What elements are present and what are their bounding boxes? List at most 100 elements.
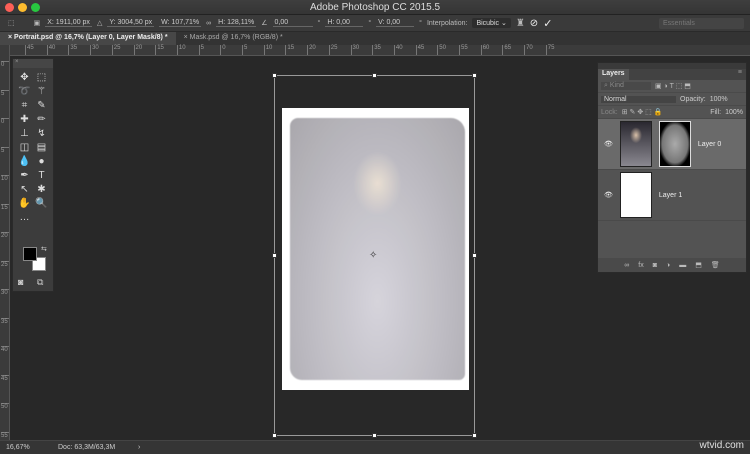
relative-position-icon[interactable]: △ bbox=[97, 19, 102, 27]
warp-icon[interactable]: ♜ bbox=[516, 18, 525, 29]
tab-mask[interactable]: × Mask.psd @ 16,7% (RGB/8) * bbox=[176, 32, 291, 45]
transform-handle[interactable] bbox=[372, 433, 377, 438]
fill-field[interactable]: 100% bbox=[725, 109, 743, 116]
ruler-tick-label: 55 bbox=[459, 45, 468, 55]
interpolation-select[interactable]: Bicubic ⌄ bbox=[472, 18, 511, 28]
filter-kind-select[interactable]: ⌕ Kind bbox=[601, 82, 651, 90]
ruler-tick-label: 50 bbox=[1, 403, 9, 410]
dodge-tool-icon[interactable]: ● bbox=[33, 156, 50, 167]
move-tool-icon[interactable]: ✥ bbox=[16, 72, 33, 83]
height-field[interactable]: H: 128,11% bbox=[216, 19, 257, 27]
add-mask-icon[interactable]: ◙ bbox=[653, 262, 657, 269]
vertical-ruler[interactable]: 0 5 0 5 10 15 20 25 30 35 40 45 50 55 bbox=[0, 45, 10, 440]
eraser-tool-icon[interactable]: ◫ bbox=[16, 142, 33, 153]
transform-handle[interactable] bbox=[272, 73, 277, 78]
v-skew-field[interactable]: V: 0,00 bbox=[376, 19, 415, 27]
marquee-tool-icon[interactable]: ⬚ bbox=[33, 72, 50, 83]
quick-mask-icon[interactable]: ◙ bbox=[18, 277, 23, 287]
zoom-level[interactable]: 16,67% bbox=[6, 444, 58, 451]
layer-style-icon[interactable]: fx bbox=[638, 262, 643, 269]
magic-wand-tool-icon[interactable]: ⚚ bbox=[33, 86, 50, 97]
new-group-icon[interactable]: ▬ bbox=[679, 262, 686, 269]
ruler-tick-label: 10 bbox=[176, 45, 186, 55]
visibility-eye-icon[interactable]: 👁 bbox=[604, 191, 613, 199]
blend-mode-select[interactable]: Normal bbox=[601, 95, 676, 103]
y-field[interactable]: Y: 3004,50 px bbox=[107, 19, 155, 27]
workspace-select[interactable]: Essentials bbox=[659, 18, 744, 29]
link-layers-icon[interactable]: ∞ bbox=[624, 262, 629, 269]
panel-menu-icon[interactable]: ≡ bbox=[738, 69, 742, 76]
new-layer-icon[interactable]: ⬒ bbox=[695, 261, 702, 269]
transform-handle[interactable] bbox=[472, 433, 477, 438]
ruler-tick-label: 60 bbox=[480, 45, 489, 55]
transform-bounding-box[interactable] bbox=[272, 73, 477, 438]
watermark: wtvid.com bbox=[699, 440, 744, 451]
status-menu-arrow-icon[interactable]: › bbox=[138, 444, 140, 451]
brush-tool-icon[interactable]: ✏ bbox=[33, 114, 50, 125]
foreground-color-swatch[interactable] bbox=[23, 247, 37, 261]
commit-transform-icon[interactable]: ✓ bbox=[543, 17, 552, 30]
filter-icons[interactable]: ▣ ◑ T ⬚ ⬒ bbox=[655, 82, 691, 90]
transform-handle[interactable] bbox=[272, 253, 277, 258]
ruler-tick-label: 0 bbox=[220, 45, 226, 55]
adjustment-layer-icon[interactable]: ◑ bbox=[666, 262, 670, 269]
ruler-tick-label: 10 bbox=[263, 45, 272, 55]
tab-portrait[interactable]: × Portrait.psd @ 16,7% (Layer 0, Layer M… bbox=[0, 32, 176, 45]
h-skew-field[interactable]: H: 0,00 bbox=[325, 19, 364, 27]
visibility-eye-icon[interactable]: 👁 bbox=[604, 140, 613, 148]
ruler-tick-label: 10 bbox=[1, 175, 9, 182]
link-icon[interactable]: ∞ bbox=[206, 20, 211, 27]
lock-label: Lock: bbox=[601, 108, 618, 116]
history-brush-tool-icon[interactable]: ↯ bbox=[33, 128, 50, 139]
ruler-tick-label: 35 bbox=[68, 45, 77, 55]
layer-row[interactable]: 👁 Layer 1 bbox=[598, 170, 746, 221]
pen-tool-icon[interactable]: ✒ bbox=[16, 170, 33, 181]
layer-thumbnail bbox=[619, 172, 652, 218]
transform-handle[interactable] bbox=[272, 433, 277, 438]
shape-tool-icon[interactable]: ✱ bbox=[33, 184, 50, 195]
hand-tool-icon[interactable]: ✋ bbox=[16, 198, 33, 209]
interpolation-value: Bicubic bbox=[476, 20, 500, 27]
crop-tool-icon[interactable]: ⌗ bbox=[16, 100, 33, 111]
healing-brush-tool-icon[interactable]: ✚ bbox=[16, 114, 33, 125]
transform-tool-icon[interactable]: ⬚ bbox=[8, 19, 15, 27]
kind-label: Kind bbox=[609, 82, 624, 89]
transform-handle[interactable] bbox=[472, 253, 477, 258]
app-title: Adobe Photoshop CC 2015.5 bbox=[309, 2, 441, 13]
transform-handle[interactable] bbox=[472, 73, 477, 78]
lock-icons[interactable]: ⊞ ✎ ✥ ⬚ 🔒 bbox=[622, 108, 663, 116]
fill-label: Fill: bbox=[710, 108, 722, 116]
layer-mask-thumbnail[interactable] bbox=[658, 121, 691, 167]
horizontal-ruler[interactable]: 45 40 35 30 25 20 15 10 5 0 5 10 15 20 25 30 35 40 45 50 55 6… bbox=[10, 45, 750, 56]
path-selection-tool-icon[interactable]: ↖ bbox=[16, 184, 33, 195]
reference-point-icon[interactable]: ▣ bbox=[34, 19, 41, 27]
layer-row[interactable]: 👁 Layer 0 bbox=[598, 119, 746, 170]
ruler-tick-label: 0 bbox=[1, 61, 9, 68]
ruler-tick-label: 35 bbox=[1, 317, 9, 325]
ruler-tick-label: 25 bbox=[1, 260, 9, 268]
opacity-field[interactable]: 100% bbox=[710, 96, 728, 103]
more-tools-icon[interactable]: … bbox=[16, 212, 33, 223]
screen-mode-icon[interactable]: ⧉ bbox=[37, 277, 43, 288]
degree-label: ° bbox=[419, 19, 422, 27]
width-field[interactable]: W: 107,71% bbox=[159, 19, 202, 27]
delete-layer-icon[interactable]: 🗑 bbox=[711, 261, 720, 269]
x-field[interactable]: X: 1911,00 px bbox=[45, 19, 92, 27]
cancel-transform-icon[interactable]: ⊘ bbox=[530, 18, 538, 29]
lasso-tool-icon[interactable]: ➰ bbox=[16, 86, 33, 97]
blur-tool-icon[interactable]: 💧 bbox=[16, 156, 33, 167]
type-tool-icon[interactable]: T bbox=[33, 170, 50, 181]
layers-tab[interactable]: Layers bbox=[598, 69, 629, 80]
swap-colors-icon[interactable]: ⇆ bbox=[41, 245, 47, 253]
transform-handle[interactable] bbox=[372, 73, 377, 78]
document-tabs: × Portrait.psd @ 16,7% (Layer 0, Layer M… bbox=[0, 32, 750, 45]
angle-field[interactable]: 0,00 bbox=[272, 19, 313, 27]
layer-name: Layer 1 bbox=[658, 191, 683, 199]
gradient-tool-icon[interactable]: ▤ bbox=[33, 142, 50, 153]
interpolation-label: Interpolation: bbox=[426, 19, 468, 27]
zoom-tool-icon[interactable]: 🔍 bbox=[33, 198, 50, 209]
eyedropper-tool-icon[interactable]: ✎ bbox=[33, 100, 50, 111]
ruler-tick-label: 20 bbox=[1, 232, 9, 239]
status-bar: 16,67% Doc: 63,3M/63,3M › bbox=[0, 440, 750, 454]
clone-stamp-tool-icon[interactable]: ⊥ bbox=[16, 128, 33, 139]
